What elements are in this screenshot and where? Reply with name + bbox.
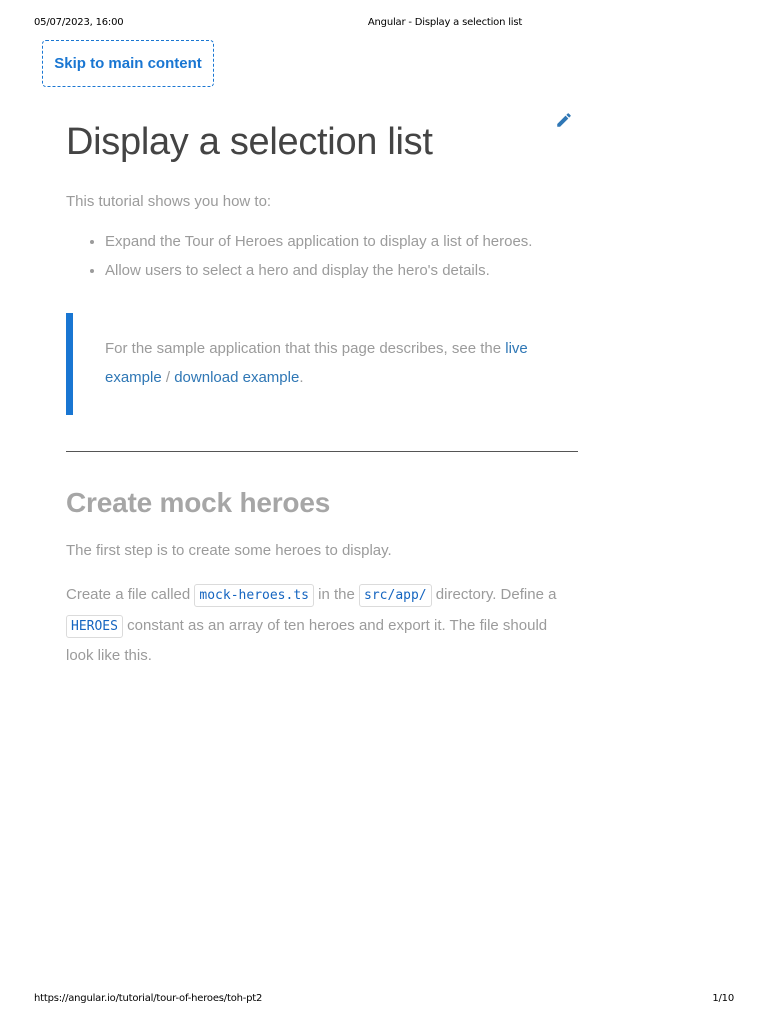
callout-separator: / — [161, 369, 175, 386]
callout-text-before: For the sample application that this pag… — [105, 340, 506, 357]
callout-accent-bar — [66, 313, 73, 415]
code-mock-heroes-file: mock-heroes.ts — [194, 584, 314, 607]
skip-to-main-content-link[interactable]: Skip to main content — [42, 40, 214, 87]
sample-callout: For the sample application that this pag… — [66, 313, 578, 415]
print-page-number: 1/10 — [712, 993, 734, 1004]
objectives-list: Expand the Tour of Heroes application to… — [66, 232, 532, 290]
download-example-link[interactable]: download example — [174, 369, 299, 386]
intro-text: This tutorial shows you how to: — [66, 193, 272, 210]
code-heroes-constant: HEROES — [66, 614, 123, 638]
step-text: The first step is to create some heroes … — [66, 542, 392, 559]
print-url: https://angular.io/tutorial/tour-of-hero… — [34, 993, 263, 1004]
section-title-create-mock-heroes: Create mock heroes — [66, 487, 331, 518]
pencil-edit-icon[interactable] — [555, 111, 573, 129]
list-item: Expand the Tour of Heroes application to… — [105, 232, 532, 261]
callout-text: For the sample application that this pag… — [105, 334, 565, 392]
create-text-part: directory. Define a — [431, 586, 557, 603]
print-title: Angular - Display a selection list — [367, 17, 523, 28]
create-file-text: Create a file called mock-heroes.ts in t… — [66, 580, 578, 671]
section-divider — [66, 451, 578, 452]
create-text-part: in the — [313, 586, 360, 603]
list-item: Allow users to select a hero and display… — [105, 261, 532, 290]
create-text-part: Create a file called — [66, 586, 195, 603]
page-title: Display a selection list — [66, 121, 433, 163]
create-text-part: constant as an array of ten heroes and e… — [66, 616, 548, 665]
code-src-app-dir: src/app/ — [359, 584, 432, 607]
callout-text-after: . — [299, 369, 304, 386]
